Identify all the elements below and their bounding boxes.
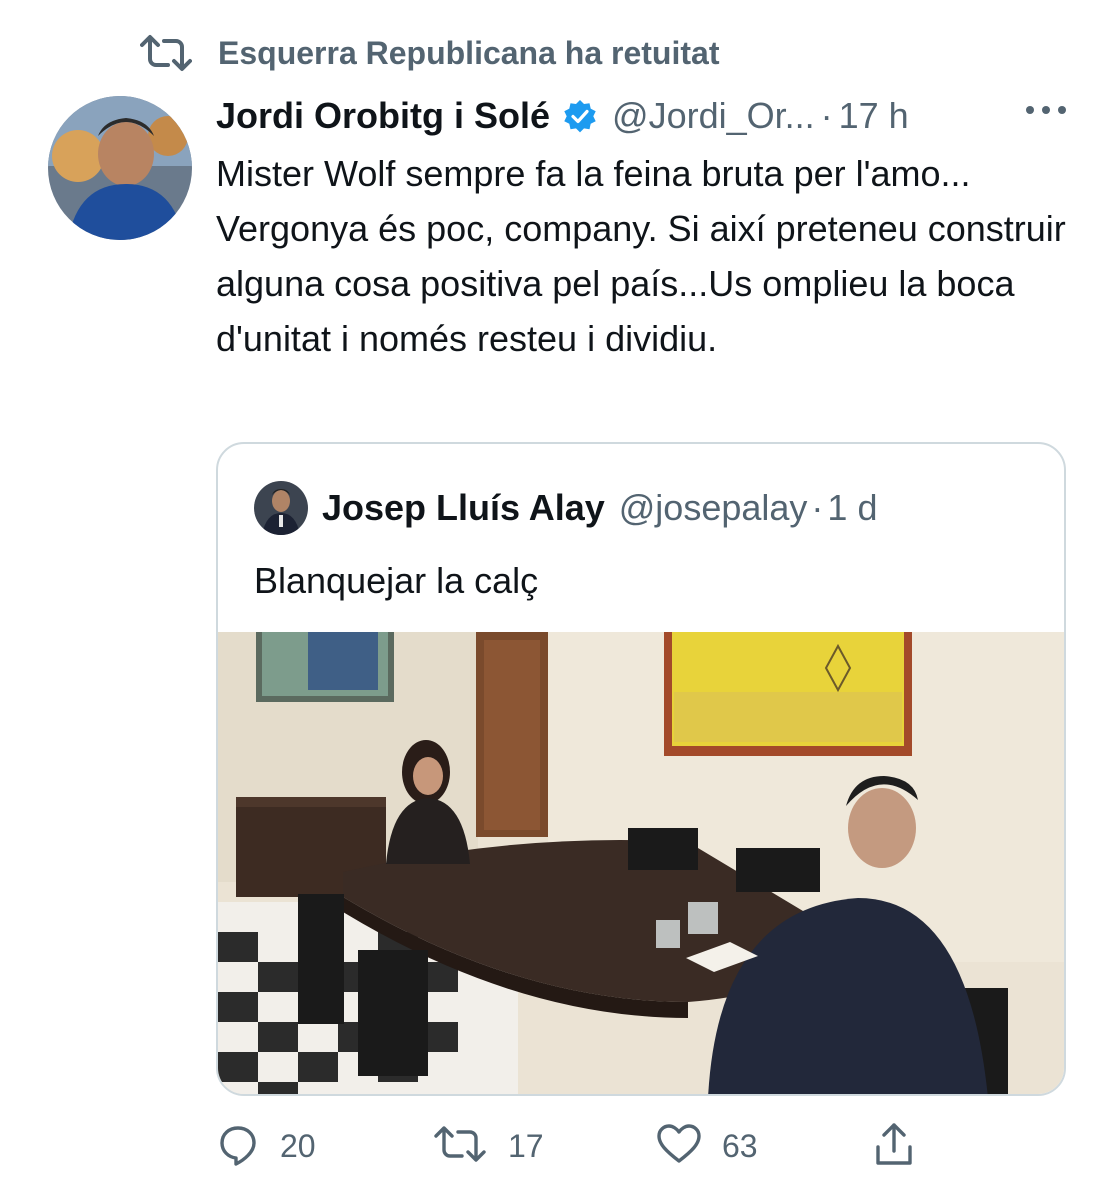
retweet-icon — [434, 1124, 488, 1169]
retweet-count: 17 — [508, 1127, 544, 1164]
separator-dot: · — [820, 95, 833, 136]
author-handle[interactable]: @Jordi_Or... — [612, 95, 815, 137]
tweet-timestamp[interactable]: 17 h — [839, 95, 909, 137]
share-button[interactable] — [872, 1116, 916, 1176]
quoted-author-avatar — [254, 481, 308, 535]
author-avatar[interactable] — [48, 96, 192, 240]
retweet-label: Esquerra Republicana ha retuitat — [218, 34, 720, 71]
separator-dot: · — [811, 487, 824, 528]
share-icon — [872, 1121, 916, 1172]
reply-button[interactable]: 20 — [216, 1116, 316, 1176]
reply-icon — [216, 1122, 260, 1171]
retweet-button[interactable]: 17 — [434, 1116, 544, 1176]
tweet-header: Jordi Orobitg i Solé @Jordi_Or... · 17 h — [216, 88, 909, 144]
more-options-icon[interactable] — [1024, 100, 1068, 125]
like-button[interactable]: 63 — [656, 1116, 758, 1176]
retweet-context[interactable]: Esquerra Republicana ha retuitat — [140, 28, 719, 78]
quoted-tweet-photo[interactable] — [218, 632, 1064, 1094]
like-count: 63 — [722, 1127, 758, 1164]
quoted-tweet[interactable]: Josep Lluís Alay @josepalay · 1 d Blanqu… — [216, 442, 1066, 1096]
tweet-actions: 20 17 63 — [216, 1116, 956, 1176]
quoted-author-name: Josep Lluís Alay — [322, 487, 605, 528]
heart-icon — [656, 1123, 702, 1170]
author-name[interactable]: Jordi Orobitg i Solé — [216, 95, 550, 137]
retweet-icon — [140, 33, 192, 73]
verified-badge-icon — [562, 98, 598, 134]
quoted-author-handle: @josepalay — [618, 487, 808, 528]
quoted-tweet-body: Blanquejar la calç — [254, 560, 539, 601]
quoted-timestamp: 1 d — [827, 487, 878, 528]
reply-count: 20 — [280, 1127, 316, 1164]
quoted-tweet-header: Josep Lluís Alay @josepalay · 1 d — [254, 480, 877, 536]
tweet-body: Mister Wolf sempre fa la feina bruta per… — [216, 153, 1066, 359]
